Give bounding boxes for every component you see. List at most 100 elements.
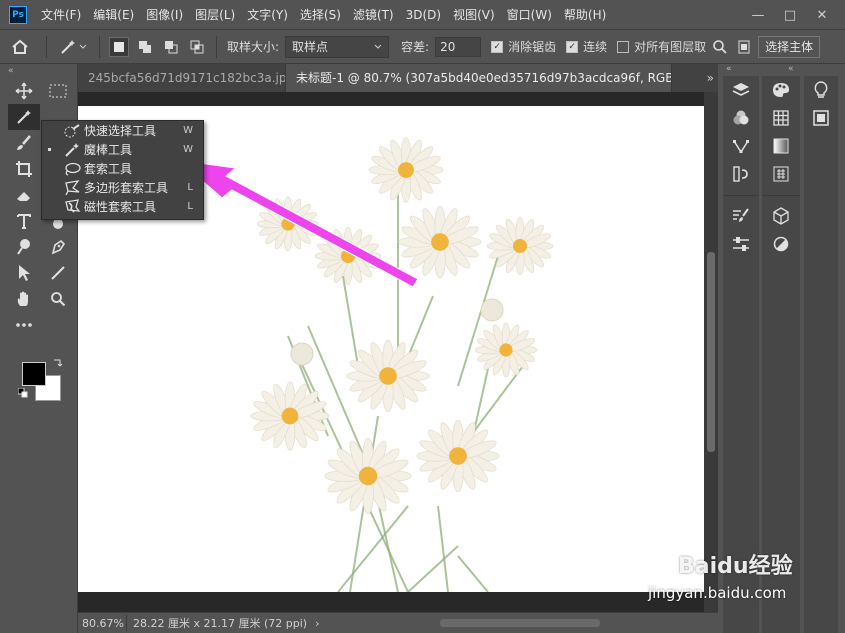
menu-filter[interactable]: 滤镜(T) bbox=[347, 0, 400, 30]
eraser-icon bbox=[17, 192, 30, 201]
crop-tool[interactable] bbox=[8, 156, 40, 182]
magnetic-lasso-icon bbox=[62, 198, 82, 215]
status-bar: 80.67% 28.22 厘米 x 21.17 厘米 (72 ppi) › bbox=[78, 612, 718, 633]
status-menu-arrow-icon[interactable]: › bbox=[315, 617, 319, 630]
foreground-color[interactable] bbox=[22, 362, 46, 386]
maximize-button[interactable]: □ bbox=[775, 4, 805, 26]
menu-view[interactable]: 视图(V) bbox=[447, 0, 501, 30]
document-tabs: 245bcfa56d71d9171c182bc3a.jpeg 未标题-1 @ 8… bbox=[78, 64, 718, 92]
tab-jpeg[interactable]: 245bcfa56d71d9171c182bc3a.jpeg bbox=[78, 64, 286, 92]
horizontal-scrollbar-thumb[interactable] bbox=[440, 619, 600, 627]
sample-all-layers-checkbox[interactable]: 对所有图层取 bbox=[617, 38, 706, 55]
flyout-label: 快速选择工具 bbox=[84, 124, 157, 138]
line-tool[interactable] bbox=[42, 260, 74, 286]
tool-preset-picker[interactable] bbox=[53, 38, 93, 56]
sample-size-select[interactable]: 取样点 bbox=[285, 35, 390, 58]
menu-type[interactable]: 文字(Y) bbox=[241, 0, 294, 30]
eraser-tool[interactable] bbox=[8, 182, 40, 208]
move-tool[interactable] bbox=[8, 78, 40, 104]
watermark-url: jingyan.baidu.com bbox=[648, 584, 787, 602]
menu-image[interactable]: 图像(I) bbox=[140, 0, 189, 30]
brush-settings-panel-button[interactable] bbox=[723, 202, 759, 230]
contiguous-checkbox[interactable]: ✓ 连续 bbox=[566, 38, 607, 55]
scrollbar-thumb[interactable] bbox=[707, 252, 715, 452]
collapse-panels-icon[interactable]: « bbox=[726, 64, 732, 76]
color-panel-button[interactable] bbox=[762, 76, 800, 104]
subtract-from-selection-button[interactable] bbox=[161, 37, 181, 57]
patterns-panel-button[interactable] bbox=[762, 160, 800, 188]
tab-overflow-icon[interactable]: » bbox=[707, 64, 714, 92]
adjustments-panel-button[interactable] bbox=[723, 230, 759, 258]
lasso-icon bbox=[62, 161, 82, 177]
pen-icon bbox=[51, 239, 66, 255]
menu-layer[interactable]: 图层(L) bbox=[189, 0, 241, 30]
flyout-magic-wand[interactable]: 魔棒工具 W bbox=[42, 140, 203, 159]
gradients-panel-button[interactable] bbox=[762, 132, 800, 160]
swap-colors-icon[interactable] bbox=[52, 358, 62, 368]
libraries-panel-button[interactable] bbox=[804, 104, 838, 132]
zoom-level[interactable]: 80.67% bbox=[78, 617, 126, 630]
menu-help[interactable]: 帮助(H) bbox=[558, 0, 612, 30]
tolerance-input[interactable]: 20 bbox=[435, 36, 482, 57]
minimize-button[interactable]: — bbox=[743, 4, 773, 26]
libraries-icon bbox=[813, 110, 829, 126]
flower-stem bbox=[342, 275, 359, 367]
paw-icon bbox=[651, 553, 672, 573]
vertical-scrollbar[interactable] bbox=[704, 92, 718, 612]
flyout-lasso[interactable]: 套索工具 bbox=[42, 159, 203, 178]
zoom-tool[interactable] bbox=[42, 286, 74, 312]
new-selection-button[interactable] bbox=[109, 36, 129, 57]
flyout-magnetic-lasso[interactable]: 磁性套索工具 L bbox=[42, 197, 203, 216]
layers-panel-button[interactable] bbox=[723, 76, 759, 104]
paths-panel-button[interactable] bbox=[723, 132, 759, 160]
pen-tool[interactable] bbox=[42, 234, 74, 260]
marquee-tool[interactable] bbox=[42, 78, 74, 104]
learn-panel-button[interactable] bbox=[804, 76, 838, 104]
3d-panel-button[interactable] bbox=[762, 202, 800, 230]
menu-edit[interactable]: 编辑(E) bbox=[87, 0, 140, 30]
collapse-panels-icon[interactable]: « bbox=[788, 64, 794, 76]
intersect-selection-button[interactable] bbox=[187, 37, 207, 57]
checkbox-unchecked-icon bbox=[617, 40, 630, 53]
menu-window[interactable]: 窗口(W) bbox=[501, 0, 558, 30]
panel-divider bbox=[723, 188, 759, 196]
add-to-selection-button[interactable] bbox=[135, 37, 155, 57]
path-selection-tool[interactable] bbox=[8, 260, 40, 286]
more-tools[interactable] bbox=[8, 312, 40, 338]
brush-tool[interactable] bbox=[8, 130, 40, 156]
magic-wand-tool[interactable] bbox=[8, 104, 40, 130]
close-button[interactable]: ✕ bbox=[807, 4, 837, 26]
sliders-icon bbox=[733, 237, 749, 251]
magic-wand-icon bbox=[17, 110, 31, 124]
flower-center bbox=[358, 466, 378, 486]
baidu-jingyan-watermark: Baidu经验 jingyan.baidu.com bbox=[648, 548, 808, 602]
history-panel-button[interactable] bbox=[723, 160, 759, 188]
hand-tool[interactable] bbox=[8, 286, 40, 312]
select-subject-button[interactable]: 选择主体 bbox=[758, 35, 821, 58]
crop-icon bbox=[16, 161, 32, 177]
home-button[interactable] bbox=[0, 30, 40, 64]
properties-panel-button[interactable] bbox=[762, 230, 800, 258]
flyout-polygonal-lasso[interactable]: 多边形套索工具 L bbox=[42, 178, 203, 197]
tab-untitled[interactable]: 未标题-1 @ 80.7% (307a5bd40e0ed35716d97b3ac… bbox=[286, 64, 672, 92]
menu-file[interactable]: 文件(F) bbox=[35, 0, 87, 30]
intersect-selection-icon bbox=[190, 40, 204, 53]
sample-all-label: 对所有图层取 bbox=[634, 40, 707, 54]
channels-panel-button[interactable] bbox=[723, 104, 759, 132]
search-icon[interactable] bbox=[712, 39, 728, 55]
default-colors-icon[interactable] bbox=[18, 388, 28, 398]
dodge-tool[interactable] bbox=[8, 234, 40, 260]
flyout-quick-selection[interactable]: 快速选择工具 W bbox=[42, 121, 203, 140]
brush-settings-icon bbox=[733, 208, 749, 222]
swatches-panel-button[interactable] bbox=[762, 104, 800, 132]
type-tool[interactable] bbox=[8, 208, 40, 234]
menu-3d[interactable]: 3D(D) bbox=[400, 0, 447, 30]
photoshop-window: Ps 文件(F) 编辑(E) 图像(I) 图层(L) 文字(Y) 选择(S) 滤… bbox=[0, 0, 845, 633]
menu-select[interactable]: 选择(S) bbox=[294, 0, 347, 30]
more-icon bbox=[16, 323, 32, 327]
collapse-toolbar-icon[interactable]: « bbox=[0, 64, 77, 78]
tolerance-label: 容差: bbox=[401, 40, 430, 54]
antialias-checkbox[interactable]: ✓ 消除锯齿 bbox=[491, 38, 556, 55]
menu-bar: Ps 文件(F) 编辑(E) 图像(I) 图层(L) 文字(Y) 选择(S) 滤… bbox=[0, 0, 845, 30]
sample-size-value: 取样点 bbox=[292, 40, 329, 54]
